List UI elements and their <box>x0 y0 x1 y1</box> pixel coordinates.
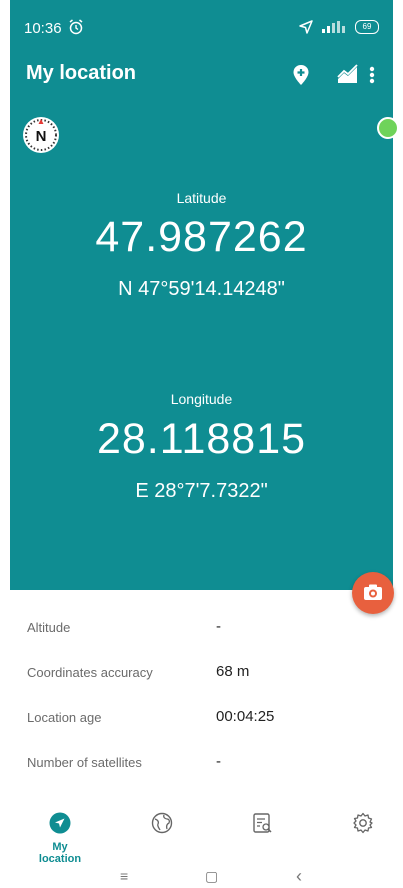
list-search-icon <box>253 813 272 833</box>
info-value: 68 m <box>216 663 250 680</box>
more-options-icon[interactable] <box>365 62 379 88</box>
add-location-icon[interactable] <box>288 62 314 88</box>
longitude-label: Longitude <box>170 391 233 407</box>
navigation-icon <box>49 812 71 834</box>
info-row-location-age: Location age 00:04:25 <box>0 700 403 740</box>
system-navigation: ≡ ▢ ‹ <box>0 866 403 888</box>
altitude-chart-icon[interactable] <box>335 62 361 88</box>
nav-my-location[interactable]: My location <box>30 812 90 865</box>
latitude-label: Latitude <box>176 190 227 206</box>
battery-indicator: 69 <box>355 20 379 34</box>
camera-icon <box>364 584 382 600</box>
home-nav-button[interactable]: ▢ <box>205 868 218 885</box>
longitude-dms: E 28°7'7.7322" <box>135 480 268 502</box>
bottom-navigation: My location <box>0 800 403 865</box>
nav-settings[interactable] <box>333 812 393 839</box>
info-value: - <box>216 618 221 635</box>
latitude-dms: N 47°59'14.14248" <box>118 278 285 300</box>
compass-icon[interactable]: N <box>22 116 60 154</box>
info-label: Number of satellites <box>27 755 142 770</box>
gps-status-dot <box>377 117 399 139</box>
longitude-decimal: 28.118815 <box>96 415 307 463</box>
info-value: - <box>216 753 221 770</box>
info-value: 00:04:25 <box>216 708 275 725</box>
info-label: Coordinates accuracy <box>27 665 153 680</box>
status-time: 10:36 <box>24 20 62 37</box>
signal-icon <box>322 21 345 33</box>
back-nav-button[interactable]: ‹ <box>296 866 302 887</box>
nav-saved-locations[interactable] <box>232 812 292 839</box>
menu-nav-button[interactable]: ≡ <box>120 868 128 884</box>
info-row-accuracy: Coordinates accuracy 68 m <box>0 655 403 695</box>
svg-text:N: N <box>36 128 47 145</box>
nav-map[interactable] <box>132 812 192 839</box>
info-label: Location age <box>27 710 102 725</box>
globe-icon <box>151 812 173 834</box>
page-title: My location <box>26 62 137 84</box>
info-row-altitude: Altitude - <box>0 610 403 650</box>
info-label: Altitude <box>27 620 71 635</box>
info-row-satellites: Number of satellites - <box>0 745 403 785</box>
camera-button[interactable] <box>352 572 394 614</box>
settings-gear-icon <box>353 812 373 834</box>
app-bar: My location <box>10 56 393 96</box>
latitude-decimal: 47.987262 <box>95 213 308 261</box>
status-bar: 10:36 69 <box>10 15 393 45</box>
location-arrow-icon <box>299 20 313 34</box>
nav-label: My location <box>38 841 82 865</box>
alarm-icon <box>69 19 83 35</box>
